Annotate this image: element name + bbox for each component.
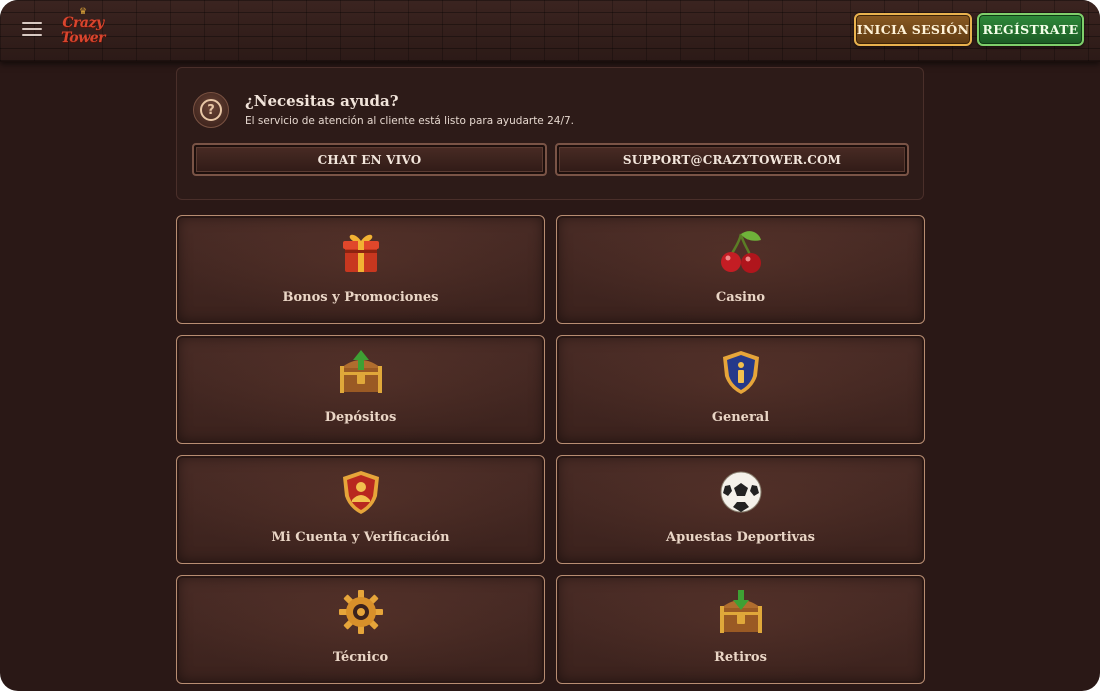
help-subtitle: El servicio de atención al cliente está … — [245, 115, 575, 127]
category-card-casino[interactable]: Casino — [556, 215, 925, 324]
top-header: ♛ Crazy Tower INICIA SESIÓN REGÍSTRATE — [0, 0, 1100, 62]
hamburger-menu-icon[interactable] — [22, 22, 42, 38]
category-label: Mi Cuenta y Verificación — [271, 530, 450, 545]
category-card-general[interactable]: General — [556, 335, 925, 444]
category-label: General — [711, 410, 770, 425]
crazy-tower-logo[interactable]: ♛ Crazy Tower — [60, 8, 106, 50]
gear-icon — [338, 590, 383, 634]
login-button[interactable]: INICIA SESIÓN — [854, 13, 972, 46]
category-card-depositos[interactable]: Depósitos — [176, 335, 545, 444]
treasure-chest-up-icon — [339, 350, 382, 393]
category-label: Técnico — [332, 650, 389, 665]
treasure-chest-down-icon — [719, 590, 762, 633]
help-panel: ? ¿Necesitas ayuda? El servicio de atenc… — [176, 67, 924, 200]
account-shield-icon — [342, 471, 379, 514]
category-label: Bonos y Promociones — [282, 290, 439, 305]
app-frame: ♛ Crazy Tower INICIA SESIÓN REGÍSTRATE ?… — [0, 0, 1100, 691]
category-card-retiros[interactable]: Retiros — [556, 575, 925, 684]
register-button[interactable]: REGÍSTRATE — [977, 13, 1084, 46]
cherries-icon — [720, 231, 761, 273]
category-label: Casino — [715, 290, 766, 305]
category-card-tecnico[interactable]: Técnico — [176, 575, 545, 684]
help-title: ¿Necesitas ayuda? — [245, 92, 399, 110]
question-icon: ? — [193, 92, 229, 128]
gift-icon — [342, 234, 379, 272]
soccer-ball-icon — [720, 471, 761, 513]
category-card-apuestas[interactable]: Apuestas Deportivas — [556, 455, 925, 564]
category-label: Retiros — [714, 650, 767, 665]
category-card-mi-cuenta[interactable]: Mi Cuenta y Verificación — [176, 455, 545, 564]
category-label: Apuestas Deportivas — [666, 530, 815, 545]
category-card-bonos[interactable]: Bonos y Promociones — [176, 215, 545, 324]
info-shield-icon — [722, 351, 759, 394]
live-chat-button[interactable]: CHAT EN VIVO — [192, 143, 547, 176]
support-email-button[interactable]: SUPPORT@CRAZYTOWER.COM — [555, 143, 909, 176]
category-label: Depósitos — [324, 410, 397, 425]
